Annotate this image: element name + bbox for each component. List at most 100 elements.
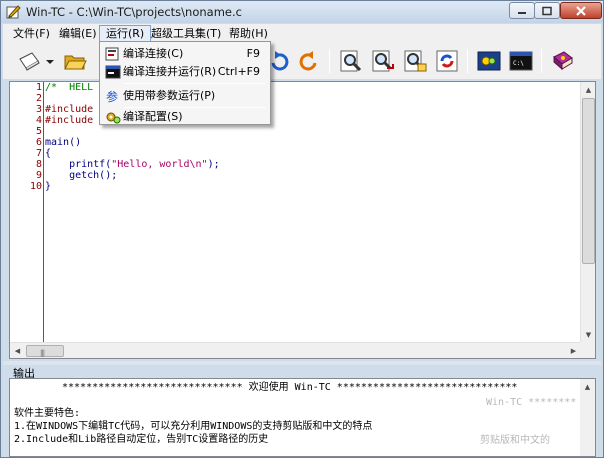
line-number: 10 [29, 181, 42, 192]
code-line: #include [45, 104, 94, 115]
svg-text:C:\: C:\ [513, 60, 524, 67]
code-line: /* HELL [45, 82, 94, 93]
console-icon: C:\ [509, 51, 533, 71]
menu-item-compile-link[interactable]: 编译连接(C) F9 [102, 44, 268, 63]
menu-item-label: 编译连接并运行(R) [123, 65, 217, 78]
close-icon [576, 5, 586, 16]
new-file-dropdown-icon [46, 60, 54, 64]
svg-text:参: 参 [106, 89, 118, 104]
scroll-up-arrow-icon[interactable]: ▲ [581, 82, 596, 97]
menu-edit[interactable]: 编辑(E) [53, 25, 103, 42]
menu-item-shortcut: F9 [246, 47, 260, 60]
gutter-divider [43, 82, 44, 342]
scroll-left-arrow-icon[interactable]: ◀ [10, 343, 25, 358]
vertical-scroll-thumb[interactable] [582, 98, 595, 264]
menu-item-label: 编译配置(S) [123, 110, 183, 123]
output-ghost-text: Win-TC ******** [486, 397, 577, 408]
line-number: 7 [35, 148, 42, 159]
new-file-button[interactable] [15, 47, 43, 75]
run-menu-dropdown: 编译连接(C) F9 编译连接并运行(R) Ctrl+F9 参 使用带参数运行(… [99, 41, 271, 125]
code-line: } [45, 181, 52, 192]
menu-run[interactable]: 运行(R) [99, 25, 152, 42]
line-number: 8 [35, 159, 42, 170]
replace-button[interactable] [401, 47, 429, 75]
minimize-button[interactable] [509, 2, 535, 19]
menu-item-compile-run[interactable]: 编译连接并运行(R) Ctrl+F9 [102, 62, 268, 81]
toolbar-separator [467, 49, 468, 73]
output-line: 2.Include和Lib路径自动定位，告别TC设置路径的历史 [14, 434, 269, 445]
app-window: Win-TC - C:\Win-TC\projects\noname.c 文件(… [0, 0, 604, 458]
code-line: getch(); [45, 170, 118, 181]
compile-run-icon [105, 65, 121, 79]
output-line: 1.在WINDOWS下编辑TC代码，可以充分利用WINDOWS的支持剪贴版和中文… [14, 421, 373, 432]
output-ghost-text: 剪贴版和中文的 [480, 435, 550, 446]
line-number: 9 [35, 170, 42, 181]
output-pane[interactable]: Win-TC ******** 剪贴版和中文的 ****************… [9, 378, 596, 457]
redo-button[interactable] [295, 47, 323, 75]
maximize-button[interactable] [534, 2, 560, 19]
menu-file[interactable]: 文件(F) [7, 25, 56, 42]
scroll-right-arrow-icon[interactable]: ▶ [566, 343, 581, 358]
window-title: Win-TC - C:\Win-TC\projects\noname.c [26, 5, 242, 19]
help-book-button[interactable] [549, 47, 577, 75]
minimize-icon [518, 11, 526, 14]
scroll-down-arrow-icon[interactable]: ▼ [581, 327, 596, 342]
find-next-button[interactable] [369, 47, 397, 75]
title-bar: Win-TC - C:\Win-TC\projects\noname.c [1, 1, 603, 23]
redo-icon [299, 51, 317, 71]
menu-bar: 文件(F) 编辑(E) 运行(R) 超级工具集(T) 帮助(H) [3, 24, 601, 43]
editor-horizontal-scrollbar[interactable]: ◀ ||| ▶ [10, 342, 581, 358]
line-number: 4 [35, 115, 42, 126]
code-line: { [45, 148, 52, 159]
pane-splitter[interactable] [3, 361, 601, 365]
maximize-icon [542, 6, 552, 15]
line-number: 5 [35, 126, 42, 137]
menu-item-shortcut: Ctrl+F9 [217, 65, 260, 78]
help-book-icon [553, 51, 573, 71]
code-line: #include [45, 115, 94, 126]
line-number: 6 [35, 137, 42, 148]
menu-super-tools[interactable]: 超级工具集(T) [145, 25, 227, 42]
toolbar-separator [541, 49, 542, 73]
compile-link-icon [105, 47, 119, 61]
console-button[interactable]: C:\ [507, 47, 535, 75]
line-number: 1 [35, 82, 42, 93]
menu-item-run-with-params[interactable]: 参 使用带参数运行(P) [102, 86, 268, 105]
menu-separator [124, 83, 266, 84]
output-line: 软件主要特色: [14, 408, 81, 419]
toolbar: C:\ [3, 43, 601, 79]
compile-run-toolbar-icon [477, 51, 501, 71]
menu-item-compile-config[interactable]: 编译配置(S) [102, 107, 268, 126]
menu-help[interactable]: 帮助(H) [223, 25, 274, 42]
scroll-grip-icon: ||| [40, 349, 45, 357]
compile-run-toolbar-button[interactable] [475, 47, 503, 75]
run-with-params-icon: 参 [106, 89, 118, 104]
menu-item-label: 使用带参数运行(P) [123, 89, 216, 102]
scroll-up-arrow-icon[interactable]: ▲ [580, 379, 595, 394]
code-line: main() [45, 137, 82, 148]
scrollbar-corner [580, 342, 595, 358]
toolbar-separator [329, 49, 330, 73]
output-line: ****************************** 欢迎使用 Win-… [62, 382, 518, 393]
open-folder-button[interactable] [61, 47, 89, 75]
close-button[interactable] [560, 2, 602, 19]
line-number: 3 [35, 104, 42, 115]
horizontal-scroll-thumb[interactable]: ||| [26, 345, 64, 357]
menu-item-label: 编译连接(C) [123, 47, 184, 60]
find-icon [340, 50, 362, 72]
code-editor[interactable]: 1 2 3 4 5 6 7 8 9 10 /* HELL #include #i… [9, 81, 596, 359]
refresh-button[interactable] [433, 47, 461, 75]
code-line: printf("Hello, world\n"); [45, 159, 220, 170]
line-number-gutter: 1 2 3 4 5 6 7 8 9 10 [10, 82, 43, 342]
win-tc-app-icon [6, 5, 21, 19]
open-folder-icon [64, 55, 87, 70]
output-vertical-scrollbar[interactable]: ▲ [580, 379, 595, 456]
refresh-icon [436, 50, 458, 72]
string-literal: "Hello, world\n" [111, 159, 208, 170]
line-number: 2 [35, 93, 42, 104]
find-next-icon [372, 50, 394, 72]
editor-vertical-scrollbar[interactable]: ▲ ▼ [580, 82, 595, 342]
find-button[interactable] [337, 47, 365, 75]
replace-icon [404, 50, 427, 72]
new-file-dropdown[interactable] [43, 47, 57, 75]
